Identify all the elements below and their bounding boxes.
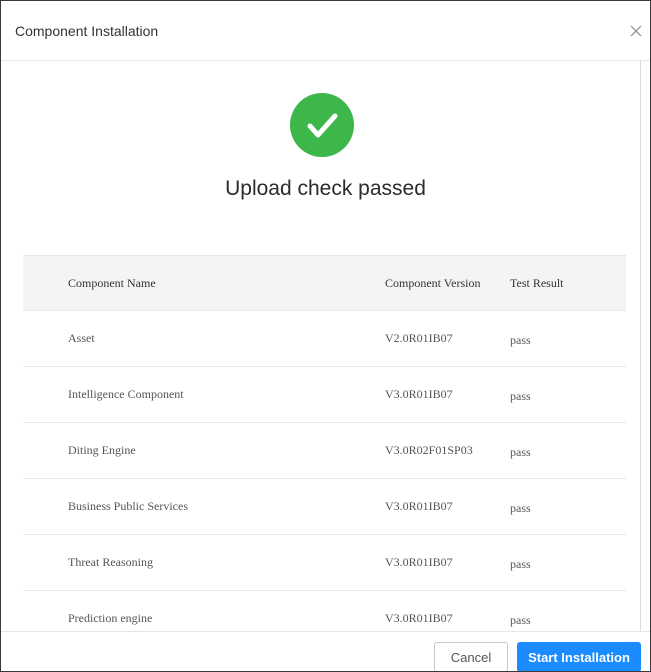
table-header-row: Component Name Component Version Test Re… bbox=[23, 255, 626, 311]
dialog-header: Component Installation bbox=[1, 1, 650, 61]
cell-component-name: Asset bbox=[23, 310, 385, 367]
table-row: Business Public Services V3.0R01IB07 pas… bbox=[23, 478, 626, 535]
cell-component-name: Threat Reasoning bbox=[23, 534, 385, 591]
vertical-scrollbar[interactable] bbox=[640, 61, 650, 631]
cell-component-version: V3.0R01IB07 bbox=[385, 534, 510, 591]
cell-component-version: V3.0R01IB07 bbox=[385, 366, 510, 423]
close-icon bbox=[630, 25, 642, 37]
component-table: Component Name Component Version Test Re… bbox=[23, 255, 626, 631]
check-circle-icon bbox=[290, 93, 354, 157]
cell-test-result: pass bbox=[510, 534, 626, 591]
table-row: Threat Reasoning V3.0R01IB07 pass bbox=[23, 534, 626, 591]
dialog-footer: Cancel Start Installation bbox=[1, 631, 650, 671]
cell-component-version: V3.0R01IB07 bbox=[385, 590, 510, 631]
header-test-result: Test Result bbox=[510, 255, 626, 311]
table-row: Intelligence Component V3.0R01IB07 pass bbox=[23, 366, 626, 423]
dialog-title: Component Installation bbox=[15, 23, 159, 39]
cell-test-result: pass bbox=[510, 478, 626, 535]
start-installation-button[interactable]: Start Installation bbox=[517, 642, 641, 671]
close-button[interactable] bbox=[628, 23, 644, 39]
dialog-body: Upload check passed Component Name Compo… bbox=[1, 61, 650, 631]
component-installation-dialog: Component Installation Upload check pass… bbox=[0, 0, 651, 672]
cancel-button[interactable]: Cancel bbox=[434, 642, 508, 671]
cell-component-version: V3.0R02F01SP03 bbox=[385, 422, 510, 479]
cell-component-name: Diting Engine bbox=[23, 422, 385, 479]
cell-component-name: Intelligence Component bbox=[23, 366, 385, 423]
cell-component-version: V2.0R01IB07 bbox=[385, 310, 510, 367]
cell-component-name: Prediction engine bbox=[23, 590, 385, 631]
table-row: Prediction engine V3.0R01IB07 pass bbox=[23, 590, 626, 631]
cell-test-result: pass bbox=[510, 590, 626, 631]
cell-test-result: pass bbox=[510, 310, 626, 367]
cell-component-version: V3.0R01IB07 bbox=[385, 478, 510, 535]
header-component-name: Component Name bbox=[23, 255, 385, 311]
header-component-version: Component Version bbox=[385, 255, 510, 311]
table-row: Diting Engine V3.0R02F01SP03 pass bbox=[23, 422, 626, 479]
cell-test-result: pass bbox=[510, 366, 626, 423]
cell-component-name: Business Public Services bbox=[23, 478, 385, 535]
cell-test-result: pass bbox=[510, 422, 626, 479]
status-title: Upload check passed bbox=[225, 177, 426, 200]
table-row: Asset V2.0R01IB07 pass bbox=[23, 310, 626, 367]
